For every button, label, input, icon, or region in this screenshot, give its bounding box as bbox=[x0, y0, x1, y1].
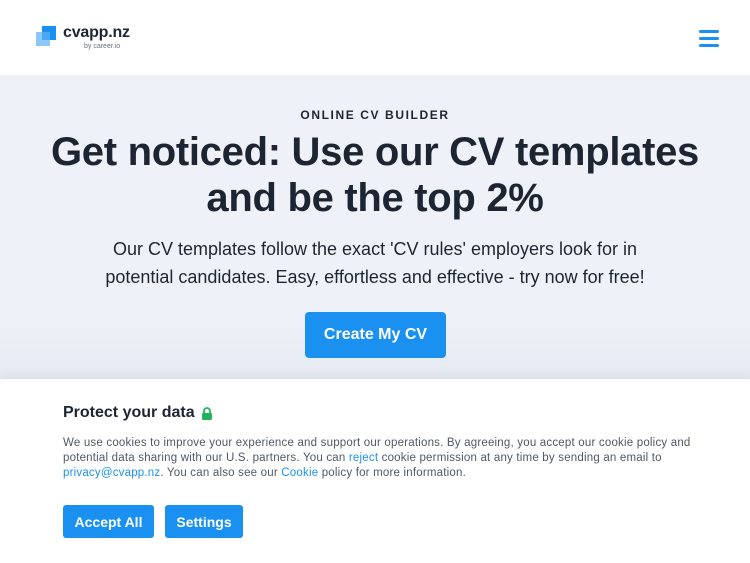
hero-headline: Get noticed: Use our CV templates and be… bbox=[30, 129, 720, 221]
accept-all-button[interactable]: Accept All bbox=[63, 505, 154, 538]
subhead-line-2: potential candidates. Easy, effortless a… bbox=[105, 267, 645, 287]
lock-icon bbox=[202, 407, 212, 420]
cookie-description: We use cookies to improve your experienc… bbox=[63, 436, 693, 481]
cookie-title: Protect your data bbox=[63, 404, 195, 421]
logo-icon bbox=[36, 26, 56, 46]
cookie-policy-link[interactable]: Cookie bbox=[281, 467, 318, 479]
brand-name: cvapp.nz bbox=[63, 24, 130, 41]
brand-logo[interactable]: cvapp.nz by career.io bbox=[36, 24, 156, 56]
headline-line-2: and be the top 2% bbox=[206, 176, 544, 220]
site-header: cvapp.nz by career.io bbox=[0, 0, 750, 75]
settings-button[interactable]: Settings bbox=[165, 505, 243, 538]
cookie-text-part: policy for more information. bbox=[318, 467, 466, 479]
reject-link[interactable]: reject bbox=[349, 452, 378, 464]
hamburger-menu-icon[interactable] bbox=[697, 28, 721, 48]
cookie-text-part: . You can also see our bbox=[160, 467, 282, 479]
privacy-email-link[interactable]: privacy@cvapp.nz bbox=[63, 467, 160, 479]
create-cv-button[interactable]: Create My CV bbox=[305, 312, 446, 358]
hero-subheading: Our CV templates follow the exact 'CV ru… bbox=[60, 235, 690, 291]
brand-subtitle: by career.io bbox=[84, 43, 121, 50]
subhead-line-1: Our CV templates follow the exact 'CV ru… bbox=[112, 239, 638, 259]
hero-eyebrow: ONLINE CV BUILDER bbox=[300, 108, 450, 122]
headline-line-1: Get noticed: Use our CV templates bbox=[50, 130, 699, 174]
cookie-text-part: cookie permission at any time by sending… bbox=[378, 452, 662, 464]
hero-section: ONLINE CV BUILDER Get noticed: Use our C… bbox=[0, 75, 750, 379]
cookie-banner: Protect your data We use cookies to impr… bbox=[0, 379, 750, 563]
